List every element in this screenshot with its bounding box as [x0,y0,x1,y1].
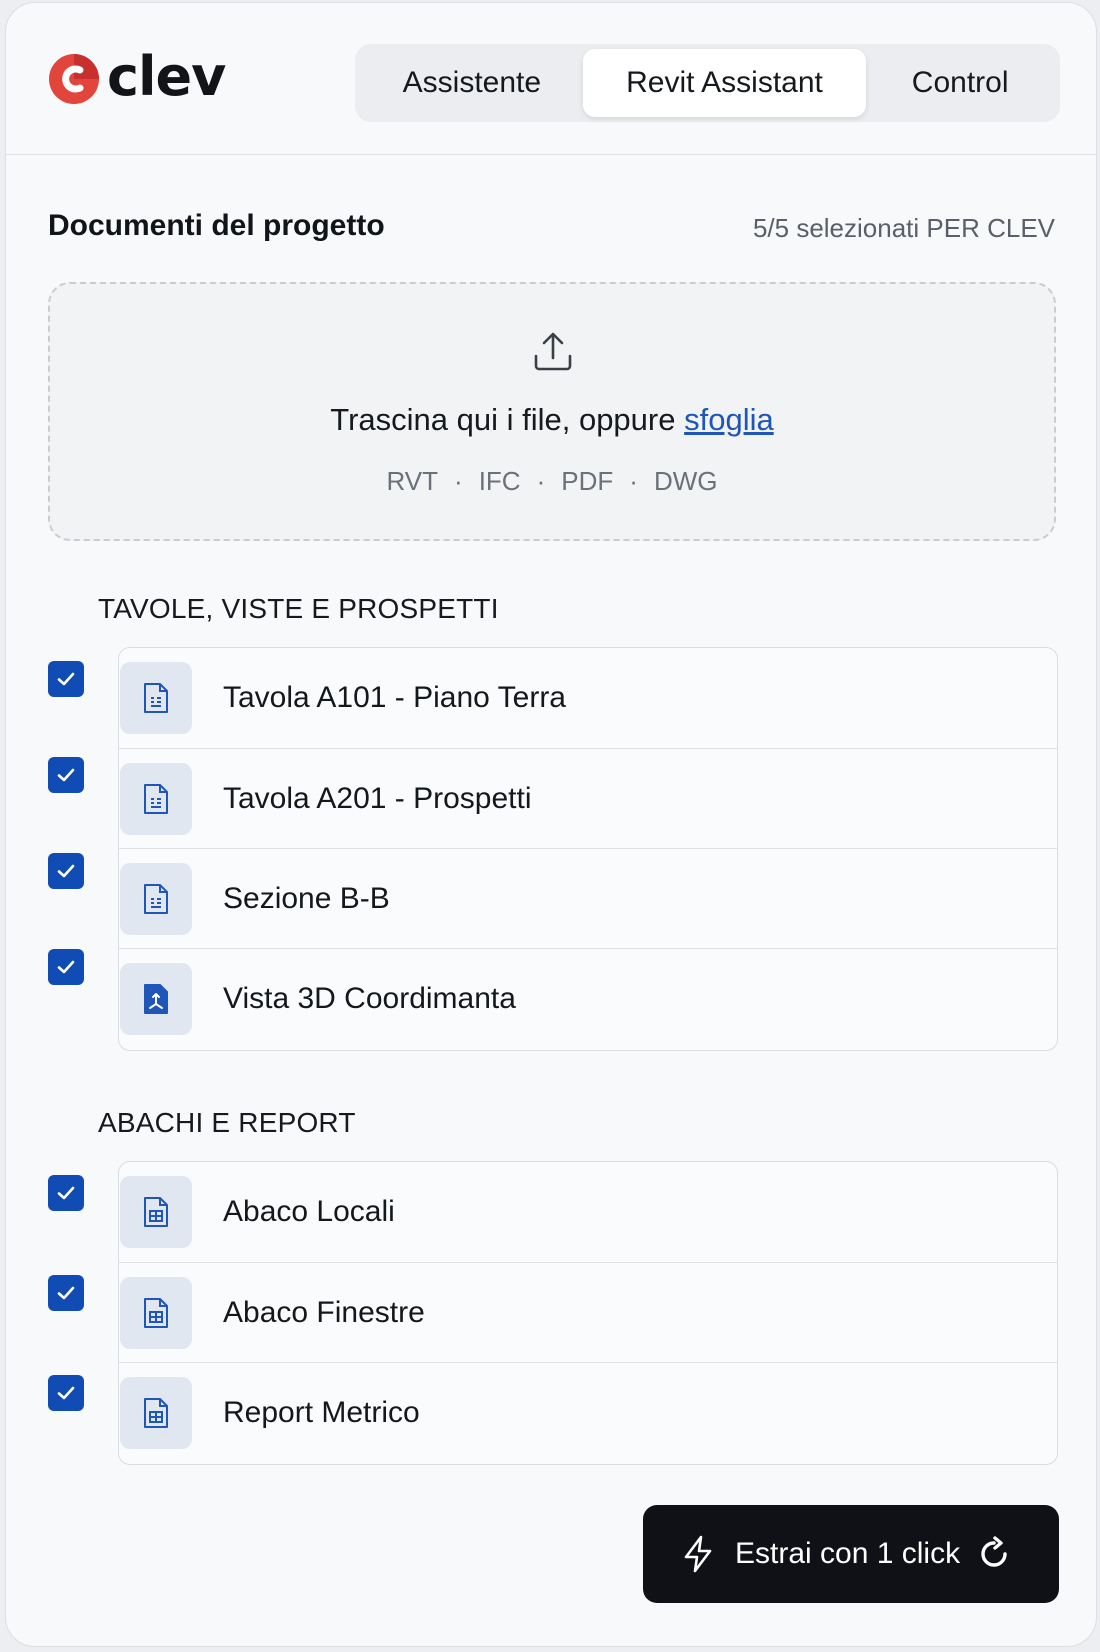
model-file-icon [120,962,192,1035]
list-item[interactable]: Report Metrico [119,1362,1057,1462]
selection-count: 5/5 selezionati PER CLEV [752,213,1055,243]
checkmark-icon [57,960,75,974]
format-rvt: RVT [386,466,439,496]
checkmark-icon [57,864,75,878]
dropzone-text: Trascina qui i file, oppure sfoglia [50,402,1054,438]
format-separator: · [629,466,638,496]
tab-revit-assistant[interactable]: Revit Assistant [582,49,867,117]
document-name: Report Metrico [223,1395,420,1429]
header: clev Assistente Revit Assistant Control [6,3,1096,155]
schedule-file-icon [120,1176,192,1248]
extract-button-label: Estrai con 1 click [735,1537,961,1570]
schedule-file-icon [120,1376,192,1449]
checkbox-tavola-a101[interactable] [48,661,84,697]
document-name: Abaco Locali [223,1195,395,1228]
checkbox-tavola-a201[interactable] [48,757,84,793]
lightning-icon [684,1535,712,1573]
checkmark-icon [57,768,75,782]
group-label-tavole: TAVOLE, VISTE E PROSPETTI [98,593,499,624]
format-dwg: DWG [653,466,718,496]
tab-assistente[interactable]: Assistente [361,49,583,117]
sheet-file-icon [120,762,192,835]
checkmark-icon [57,1386,75,1400]
upload-icon [534,332,572,371]
list-item[interactable]: Abaco Locali [119,1162,1057,1262]
clev-logo[interactable]: clev [47,45,226,111]
refresh-icon [981,1536,1007,1567]
group-label-abachi: ABACHI E REPORT [98,1107,356,1138]
sheet-file-icon [120,862,192,935]
checkmark-icon [57,672,75,686]
dropzone-instructions: Trascina qui i file, oppure [330,402,676,437]
extract-button[interactable]: Estrai con 1 click [643,1505,1059,1603]
format-ifc: IFC [478,466,521,496]
list-item[interactable]: Sezione B-B [119,848,1057,948]
format-separator: · [536,466,546,496]
document-name: Sezione B-B [223,881,390,915]
document-name: Vista 3D Coordimanta [223,981,516,1015]
document-list-abachi: Abaco Locali Abaco Finestre Report Metri… [118,1161,1058,1465]
browse-link[interactable]: sfoglia [684,402,774,437]
sheet-file-icon [120,662,192,734]
clev-logo-icon [49,54,99,104]
checkmark-icon [57,1286,75,1300]
mode-tabs: Assistente Revit Assistant Control [355,44,1060,122]
brand-name: clev [107,45,226,108]
tab-control[interactable]: Control [866,49,1054,117]
checkbox-sezione-bb[interactable] [48,853,84,889]
document-name: Tavola A201 - Prospetti [223,781,532,815]
checkbox-abaco-finestre[interactable] [48,1275,84,1311]
document-name: Tavola A101 - Piano Terra [223,681,566,714]
list-item[interactable]: Tavola A201 - Prospetti [119,748,1057,848]
list-item[interactable]: Abaco Finestre [119,1262,1057,1362]
documents-title: Documenti del progetto [48,209,385,242]
checkmark-icon [57,1186,75,1200]
document-name: Abaco Finestre [223,1295,425,1329]
document-list-tavole: Tavola A101 - Piano Terra Tavola A201 - … [118,647,1058,1051]
schedule-file-icon [120,1276,192,1349]
list-item[interactable]: Tavola A101 - Piano Terra [119,648,1057,748]
checkbox-vista-3d[interactable] [48,949,84,985]
app-panel: clev Assistente Revit Assistant Control … [5,2,1097,1647]
file-dropzone[interactable]: Trascina qui i file, oppure sfoglia RVT ·… [48,282,1056,541]
list-item[interactable]: Vista 3D Coordimanta [119,948,1057,1048]
accepted-formats: RVT · IFC · PDF · DWG [50,466,1054,497]
checkbox-report-metrico[interactable] [48,1375,84,1411]
format-separator: · [454,466,463,496]
checkbox-abaco-locali[interactable] [48,1175,84,1211]
format-pdf: PDF [561,466,614,496]
